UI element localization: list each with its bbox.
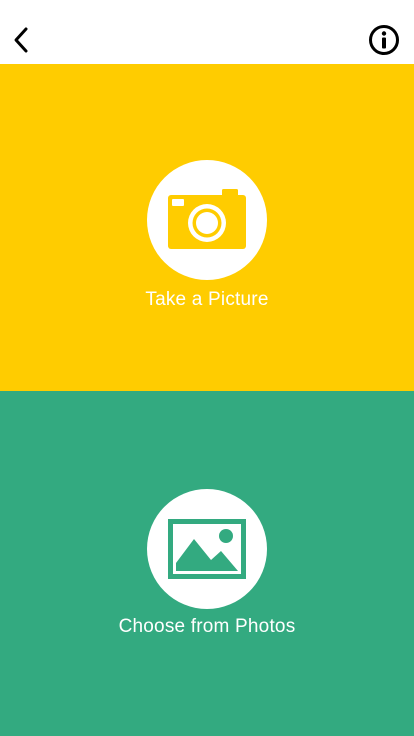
navigation-bar: [0, 0, 414, 64]
choose-from-photos-option[interactable]: Choose from Photos: [0, 391, 414, 736]
photo-icon-circle: [147, 489, 267, 609]
camera-icon-circle: [147, 160, 267, 280]
take-picture-label: Take a Picture: [145, 289, 269, 310]
back-button[interactable]: [4, 18, 38, 62]
take-picture-option[interactable]: Take a Picture: [0, 64, 414, 391]
info-circle-icon: [369, 25, 399, 55]
camera-icon: [168, 189, 246, 249]
choose-from-photos-label: Choose from Photos: [118, 616, 296, 637]
info-button[interactable]: [368, 24, 400, 56]
chevron-left-icon: [14, 27, 28, 53]
photo-gallery-icon: [168, 519, 246, 579]
image-source-screen: Take a Picture Choose from Photos: [0, 0, 414, 736]
